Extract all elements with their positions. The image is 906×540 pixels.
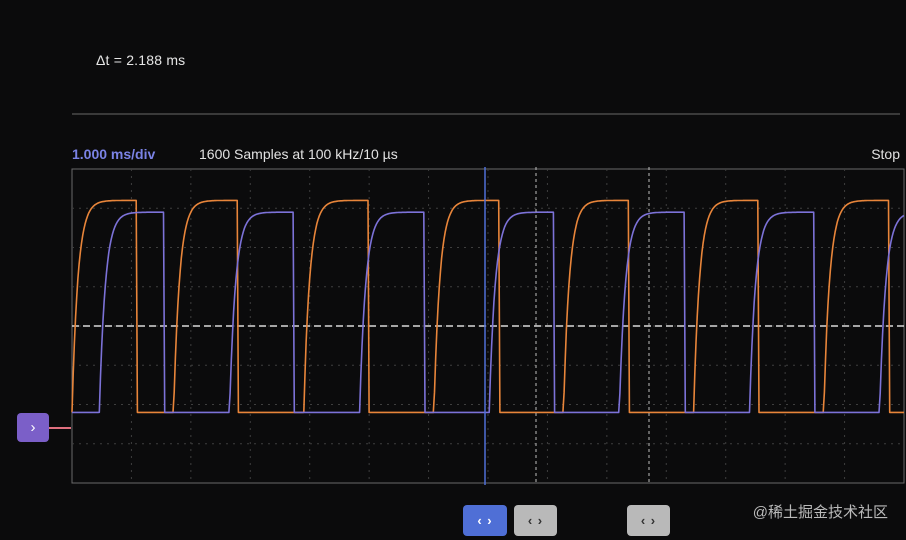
oscilloscope-window: Δt = 2.188 ms 1.000 ms/div 1600 Samples … <box>0 0 906 540</box>
waveform-svg[interactable] <box>70 167 906 485</box>
acquisition-status[interactable]: Stop <box>871 146 900 162</box>
waveform-plot[interactable] <box>70 167 906 485</box>
trace-channel-2 <box>72 211 905 414</box>
plot-grid <box>71 168 906 484</box>
timebase-label[interactable]: 1.000 ms/div <box>72 146 155 162</box>
sample-rate-label: 1600 Samples at 100 kHz/10 µs <box>199 146 398 162</box>
watermark: @稀土掘金技术社区 <box>752 504 888 521</box>
cursor-3-handle[interactable]: ‹ › <box>627 505 670 536</box>
delta-t-readout: Δt = 2.188 ms <box>96 52 186 68</box>
cursor-2-handle[interactable]: ‹ › <box>514 505 557 536</box>
channel-marker-button[interactable]: › <box>17 413 49 442</box>
cursor-1-handle[interactable]: ‹ › <box>463 505 507 536</box>
divider <box>72 113 900 115</box>
channel-level-line <box>49 427 71 429</box>
